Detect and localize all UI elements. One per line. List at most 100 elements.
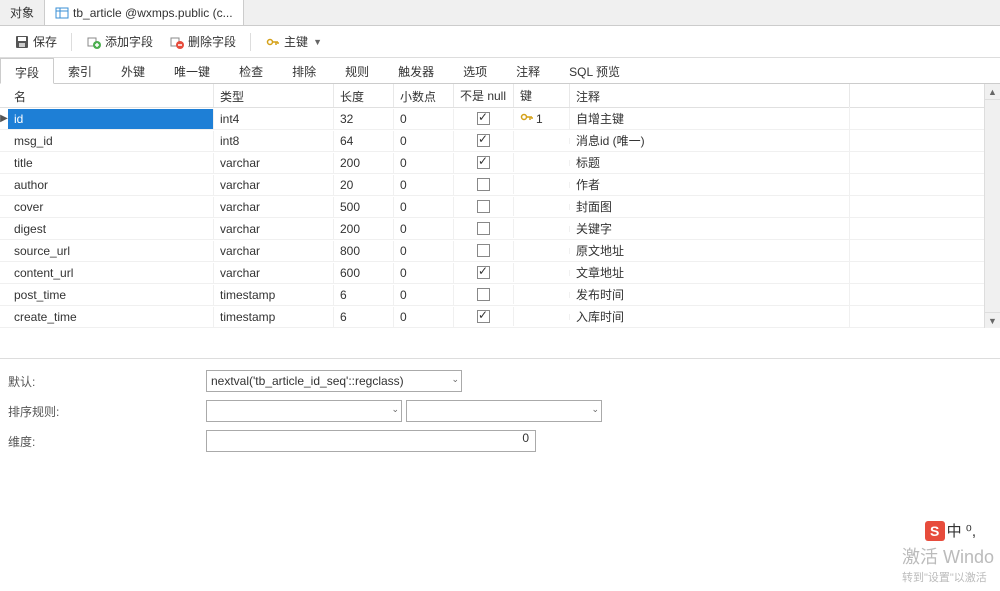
cell-type[interactable]: varchar (214, 175, 334, 195)
subtab-indexes[interactable]: 索引 (54, 58, 107, 83)
tab-table-editor[interactable]: tb_article @wxmps.public (c... (45, 0, 244, 25)
cell-notnull[interactable] (454, 285, 514, 304)
cell-key[interactable] (514, 160, 570, 166)
header-length[interactable]: 长度 (334, 84, 394, 107)
checkbox[interactable] (477, 266, 490, 279)
checkbox[interactable] (477, 244, 490, 257)
subtab-triggers[interactable]: 触发器 (384, 58, 449, 83)
cell-comment[interactable]: 消息id (唯一) (570, 129, 850, 152)
cell-notnull[interactable] (454, 263, 514, 282)
subtab-foreignkeys[interactable]: 外键 (107, 58, 160, 83)
cell-key[interactable]: 1 (514, 108, 570, 129)
table-row[interactable]: ▶idint43201自增主键 (0, 108, 984, 130)
cell-notnull[interactable] (454, 175, 514, 194)
subtab-fields[interactable]: 字段 (0, 58, 54, 84)
cell-type[interactable]: varchar (214, 219, 334, 239)
cell-notnull[interactable] (454, 219, 514, 238)
subtab-check[interactable]: 检查 (225, 58, 278, 83)
cell-name[interactable]: create_time (8, 307, 214, 327)
cell-length[interactable]: 600 (334, 263, 394, 283)
cell-comment[interactable]: 自增主键 (570, 107, 850, 130)
cell-comment[interactable]: 入库时间 (570, 305, 850, 328)
subtab-comment[interactable]: 注释 (502, 58, 555, 83)
cell-notnull[interactable] (454, 307, 514, 326)
cell-comment[interactable]: 原文地址 (570, 239, 850, 262)
cell-comment[interactable]: 关键字 (570, 217, 850, 240)
header-name[interactable]: 名 (8, 84, 214, 107)
add-field-button[interactable]: 添加字段 (80, 30, 159, 53)
header-type[interactable]: 类型 (214, 84, 334, 107)
cell-decimal[interactable]: 0 (394, 131, 454, 151)
cell-decimal[interactable]: 0 (394, 197, 454, 217)
cell-type[interactable]: timestamp (214, 307, 334, 327)
header-comment[interactable]: 注释 (570, 84, 850, 107)
table-row[interactable]: titlevarchar2000标题 (0, 152, 984, 174)
checkbox[interactable] (477, 156, 490, 169)
cell-decimal[interactable]: 0 (394, 241, 454, 261)
collation-combo-1[interactable]: ⌄ (206, 400, 402, 422)
cell-length[interactable]: 6 (334, 285, 394, 305)
cell-decimal[interactable]: 0 (394, 285, 454, 305)
cell-key[interactable] (514, 314, 570, 320)
cell-decimal[interactable]: 0 (394, 263, 454, 283)
subtab-exclude[interactable]: 排除 (278, 58, 331, 83)
checkbox[interactable] (477, 134, 490, 147)
cell-notnull[interactable] (454, 153, 514, 172)
subtab-options[interactable]: 选项 (449, 58, 502, 83)
cell-type[interactable]: timestamp (214, 285, 334, 305)
cell-type[interactable]: varchar (214, 241, 334, 261)
table-row[interactable]: source_urlvarchar8000原文地址 (0, 240, 984, 262)
cell-length[interactable]: 500 (334, 197, 394, 217)
cell-decimal[interactable]: 0 (394, 307, 454, 327)
cell-length[interactable]: 6 (334, 307, 394, 327)
save-button[interactable]: 保存 (8, 30, 63, 53)
cell-comment[interactable]: 标题 (570, 151, 850, 174)
delete-field-button[interactable]: 删除字段 (163, 30, 242, 53)
cell-type[interactable]: int4 (214, 109, 334, 129)
cell-type[interactable]: varchar (214, 263, 334, 283)
header-decimal[interactable]: 小数点 (394, 84, 454, 107)
cell-notnull[interactable] (454, 131, 514, 150)
cell-decimal[interactable]: 0 (394, 219, 454, 239)
table-row[interactable]: covervarchar5000封面图 (0, 196, 984, 218)
ime-indicator[interactable]: S 中 ⁰, (925, 520, 976, 541)
cell-decimal[interactable]: 0 (394, 175, 454, 195)
scroll-down-icon[interactable]: ▼ (985, 312, 1000, 328)
cell-type[interactable]: varchar (214, 197, 334, 217)
cell-key[interactable] (514, 226, 570, 232)
table-row[interactable]: authorvarchar200作者 (0, 174, 984, 196)
cell-key[interactable] (514, 204, 570, 210)
cell-notnull[interactable] (454, 241, 514, 260)
cell-key[interactable] (514, 182, 570, 188)
cell-key[interactable] (514, 138, 570, 144)
header-notnull[interactable]: 不是 null (454, 84, 514, 107)
cell-length[interactable]: 64 (334, 131, 394, 151)
table-row[interactable]: digestvarchar2000关键字 (0, 218, 984, 240)
header-key[interactable]: 键 (514, 84, 570, 107)
cell-name[interactable]: digest (8, 219, 214, 239)
cell-comment[interactable]: 文章地址 (570, 261, 850, 284)
cell-name[interactable]: id (8, 109, 214, 129)
cell-notnull[interactable] (454, 109, 514, 128)
checkbox[interactable] (477, 310, 490, 323)
cell-length[interactable]: 32 (334, 109, 394, 129)
table-row[interactable]: content_urlvarchar6000 文章地址 (0, 262, 984, 284)
checkbox[interactable] (477, 222, 490, 235)
cell-name[interactable]: content_url (8, 263, 214, 283)
table-row[interactable]: post_timetimestamp60发布时间 (0, 284, 984, 306)
cell-decimal[interactable]: 0 (394, 153, 454, 173)
checkbox[interactable] (477, 288, 490, 301)
cell-comment[interactable]: 发布时间 (570, 283, 850, 306)
cell-length[interactable]: 20 (334, 175, 394, 195)
cell-name[interactable]: title (8, 153, 214, 173)
subtab-unique[interactable]: 唯一键 (160, 58, 225, 83)
collation-combo-2[interactable]: ⌄ (406, 400, 602, 422)
table-row[interactable]: msg_idint8640消息id (唯一) (0, 130, 984, 152)
cell-key[interactable] (514, 248, 570, 254)
subtab-sqlpreview[interactable]: SQL 预览 (555, 58, 635, 83)
cell-length[interactable]: 200 (334, 153, 394, 173)
dimension-input[interactable]: 0 (206, 430, 536, 452)
checkbox[interactable] (477, 112, 490, 125)
cell-key[interactable] (514, 270, 570, 276)
cell-name[interactable]: source_url (8, 241, 214, 261)
